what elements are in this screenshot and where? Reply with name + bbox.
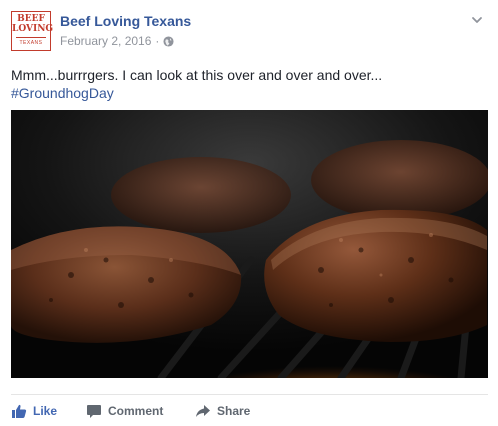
facebook-post: BEEF LOVING TEXANS Beef Loving Texans Fe…	[0, 0, 498, 426]
post-meta: February 2, 2016 ·	[60, 34, 174, 48]
thumbs-up-icon	[12, 404, 27, 418]
post-photo[interactable]	[11, 110, 488, 378]
logo-text-texans: TEXANS	[16, 37, 46, 46]
meta-separator: ·	[155, 34, 160, 48]
hashtag-link[interactable]: #GroundhogDay	[11, 83, 114, 103]
comment-icon	[87, 405, 101, 418]
comment-button[interactable]: Comment	[86, 401, 163, 421]
action-divider	[11, 394, 488, 395]
logo-text-loving: LOVING	[12, 24, 54, 34]
globe-icon[interactable]	[163, 35, 174, 47]
share-label: Share	[217, 404, 251, 418]
share-button[interactable]: Share	[195, 401, 250, 421]
comment-label: Comment	[108, 404, 164, 418]
page-avatar[interactable]: BEEF LOVING TEXANS	[11, 11, 54, 51]
logo-text-beef: BEEF	[17, 14, 45, 24]
like-label: Like	[33, 404, 58, 418]
chevron-down-icon[interactable]	[470, 13, 484, 27]
page-name-link[interactable]: Beef Loving Texans	[60, 13, 191, 29]
post-timestamp[interactable]: February 2, 2016	[60, 34, 151, 48]
post-message: Mmm...burrrgers. I can look at this over…	[11, 67, 383, 83]
share-icon	[196, 405, 210, 417]
like-button[interactable]: Like	[11, 401, 57, 421]
burgers-on-grill-image	[11, 110, 488, 378]
